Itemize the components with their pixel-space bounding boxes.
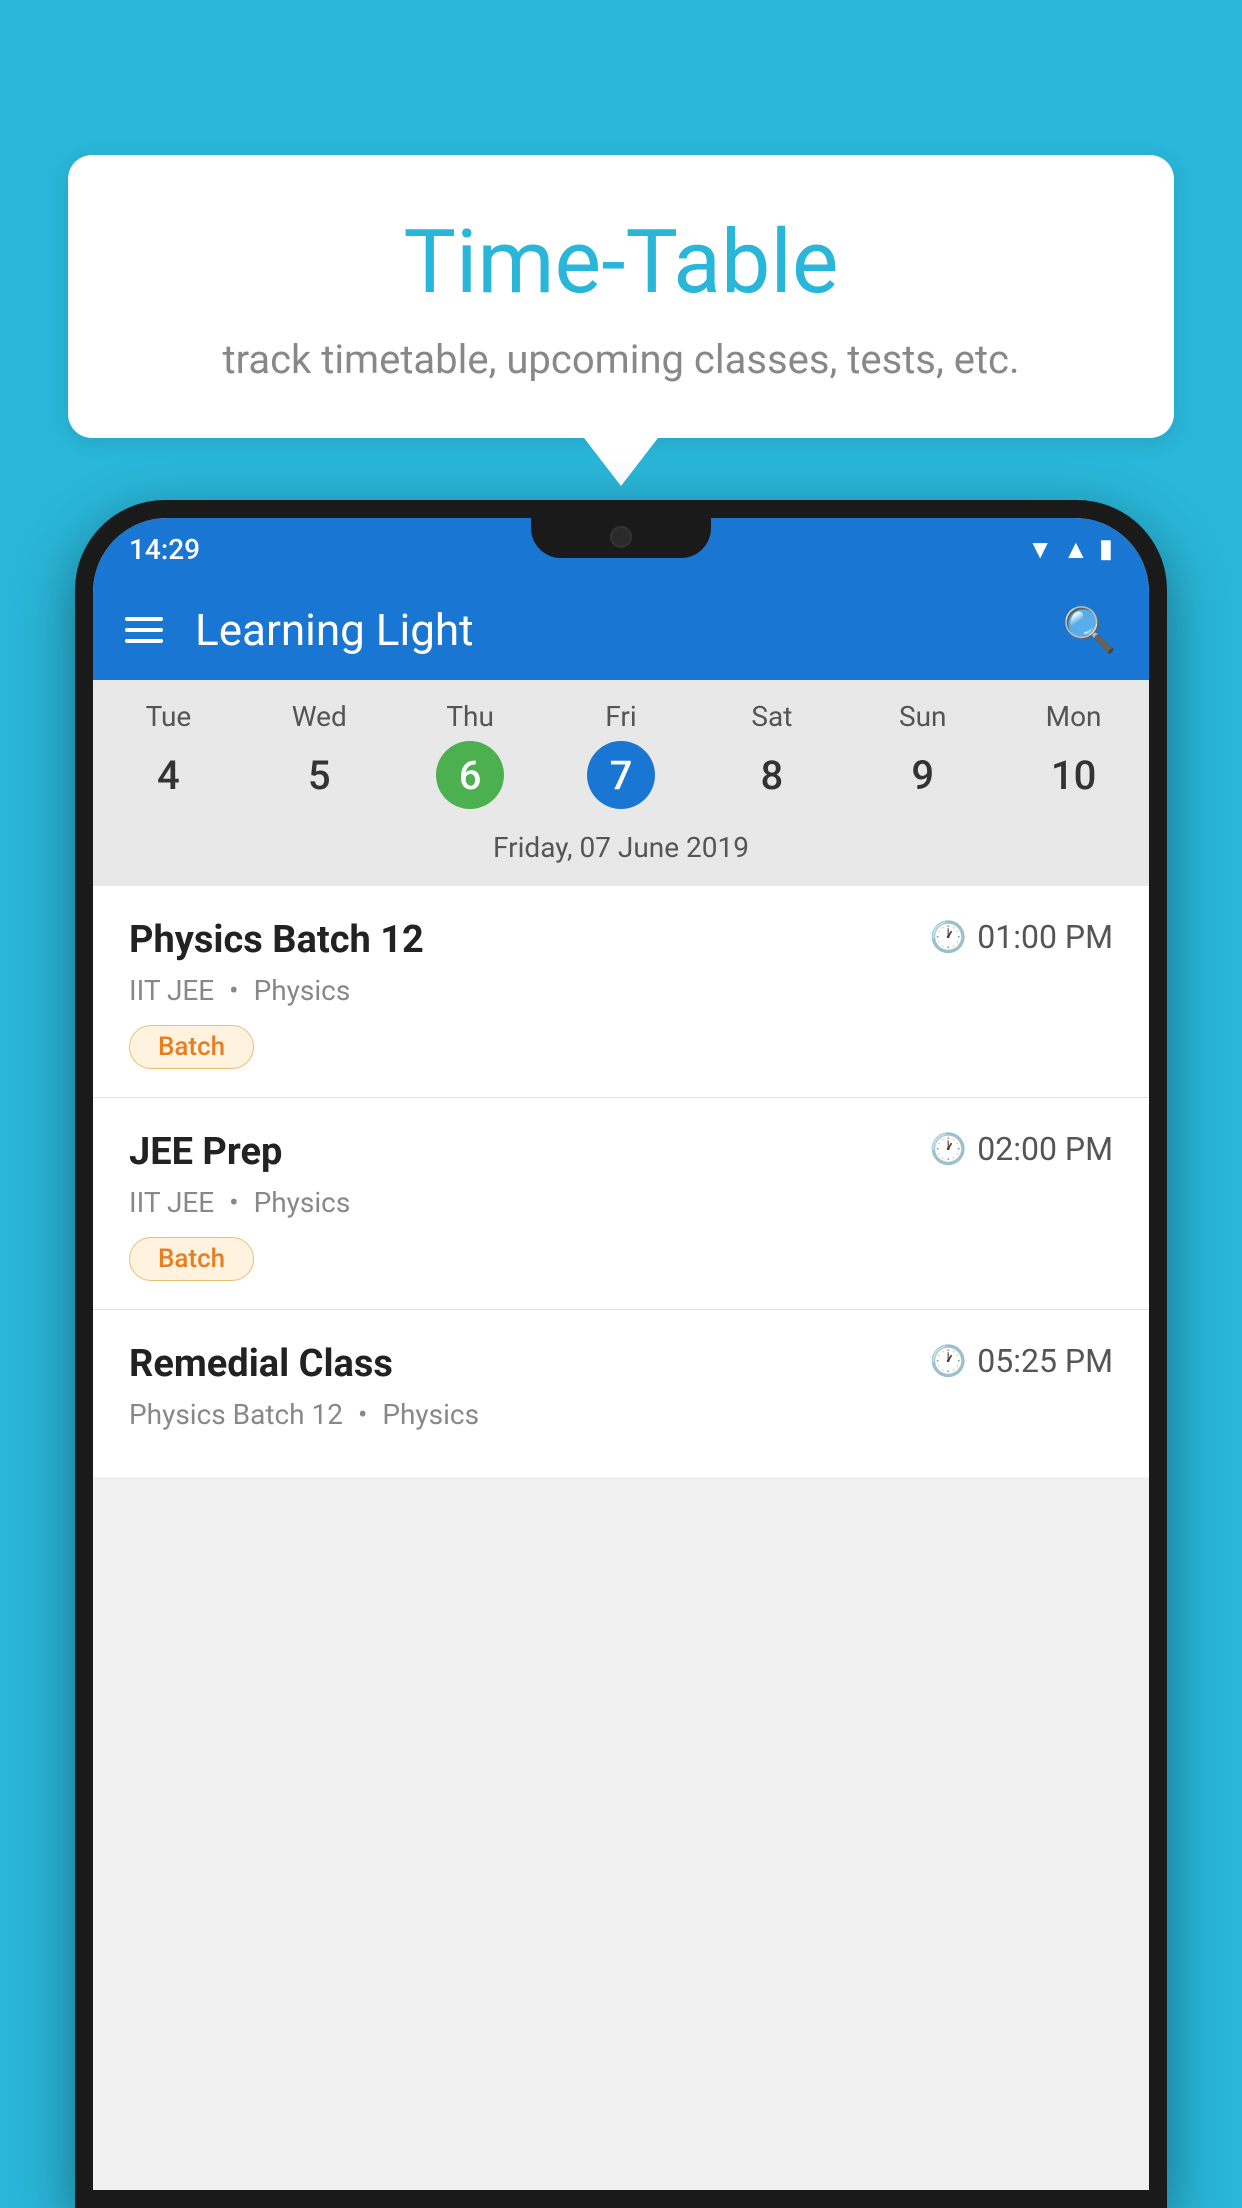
app-title: Learning Light (195, 604, 1062, 656)
item-1-time: 🕐 01:00 PM (930, 918, 1113, 956)
clock-icon-1: 🕐 (930, 920, 967, 955)
item-3-time: 🕐 05:25 PM (930, 1342, 1113, 1380)
phone-notch (531, 518, 711, 558)
item-3-header: Remedial Class 🕐 05:25 PM (129, 1342, 1113, 1386)
schedule-item-2[interactable]: JEE Prep 🕐 02:00 PM IIT JEE • Physics Ba… (93, 1098, 1149, 1310)
search-icon[interactable]: 🔍 (1062, 604, 1117, 656)
item-1-time-value: 01:00 PM (977, 918, 1113, 956)
day-header-sat[interactable]: Sat (696, 700, 847, 733)
day-7-selected[interactable]: 7 (587, 741, 655, 809)
signal-icon: ▲ (1063, 534, 1089, 565)
day-header-fri[interactable]: Fri (546, 700, 697, 733)
phone-frame: 14:29 ▼ ▲ ▮ Learning Light 🔍 Tue Wed Thu (75, 500, 1167, 2208)
item-3-time-value: 05:25 PM (977, 1342, 1113, 1380)
day-header-mon[interactable]: Mon (998, 700, 1149, 733)
item-1-subtitle: IIT JEE • Physics (129, 974, 1113, 1007)
item-2-batch-tag[interactable]: Batch (129, 1237, 254, 1281)
item-2-subtitle: IIT JEE • Physics (129, 1186, 1113, 1219)
schedule-item-1[interactable]: Physics Batch 12 🕐 01:00 PM IIT JEE • Ph… (93, 886, 1149, 1098)
item-2-time-value: 02:00 PM (977, 1130, 1113, 1168)
schedule-list: Physics Batch 12 🕐 01:00 PM IIT JEE • Ph… (93, 886, 1149, 1477)
selected-date: Friday, 07 June 2019 (93, 823, 1149, 876)
item-2-title: JEE Prep (129, 1130, 282, 1174)
item-2-time: 🕐 02:00 PM (930, 1130, 1113, 1168)
day-10[interactable]: 10 (998, 741, 1149, 809)
calendar-strip: Tue Wed Thu Fri Sat Sun Mon 4 5 6 7 8 9 … (93, 680, 1149, 886)
item-1-batch-tag[interactable]: Batch (129, 1025, 254, 1069)
clock-icon-2: 🕐 (930, 1132, 967, 1167)
clock-icon-3: 🕐 (930, 1344, 967, 1379)
schedule-item-3[interactable]: Remedial Class 🕐 05:25 PM Physics Batch … (93, 1310, 1149, 1477)
battery-icon: ▮ (1099, 534, 1113, 564)
day-5[interactable]: 5 (244, 741, 395, 809)
speech-bubble: Time-Table track timetable, upcoming cla… (68, 155, 1174, 438)
day-4[interactable]: 4 (93, 741, 244, 809)
day-headers: Tue Wed Thu Fri Sat Sun Mon (93, 700, 1149, 733)
item-3-subtitle: Physics Batch 12 • Physics (129, 1398, 1113, 1431)
status-time: 14:29 (129, 533, 200, 566)
status-icons: ▼ ▲ ▮ (1027, 534, 1113, 565)
item-1-header: Physics Batch 12 🕐 01:00 PM (129, 918, 1113, 962)
day-6-today[interactable]: 6 (436, 741, 504, 809)
app-bar: Learning Light 🔍 (93, 580, 1149, 680)
bubble-subtitle: track timetable, upcoming classes, tests… (128, 336, 1114, 383)
hamburger-menu-icon[interactable] (125, 617, 163, 643)
day-numbers: 4 5 6 7 8 9 10 (93, 741, 1149, 809)
day-header-wed[interactable]: Wed (244, 700, 395, 733)
day-header-tue[interactable]: Tue (93, 700, 244, 733)
day-header-thu[interactable]: Thu (395, 700, 546, 733)
item-1-title: Physics Batch 12 (129, 918, 424, 962)
day-9[interactable]: 9 (847, 741, 998, 809)
day-8[interactable]: 8 (696, 741, 847, 809)
phone-screen: 14:29 ▼ ▲ ▮ Learning Light 🔍 Tue Wed Thu (93, 518, 1149, 2190)
item-3-title: Remedial Class (129, 1342, 393, 1386)
item-2-header: JEE Prep 🕐 02:00 PM (129, 1130, 1113, 1174)
day-header-sun[interactable]: Sun (847, 700, 998, 733)
wifi-icon: ▼ (1027, 534, 1053, 565)
phone-camera (610, 526, 632, 548)
bubble-title: Time-Table (128, 215, 1114, 312)
